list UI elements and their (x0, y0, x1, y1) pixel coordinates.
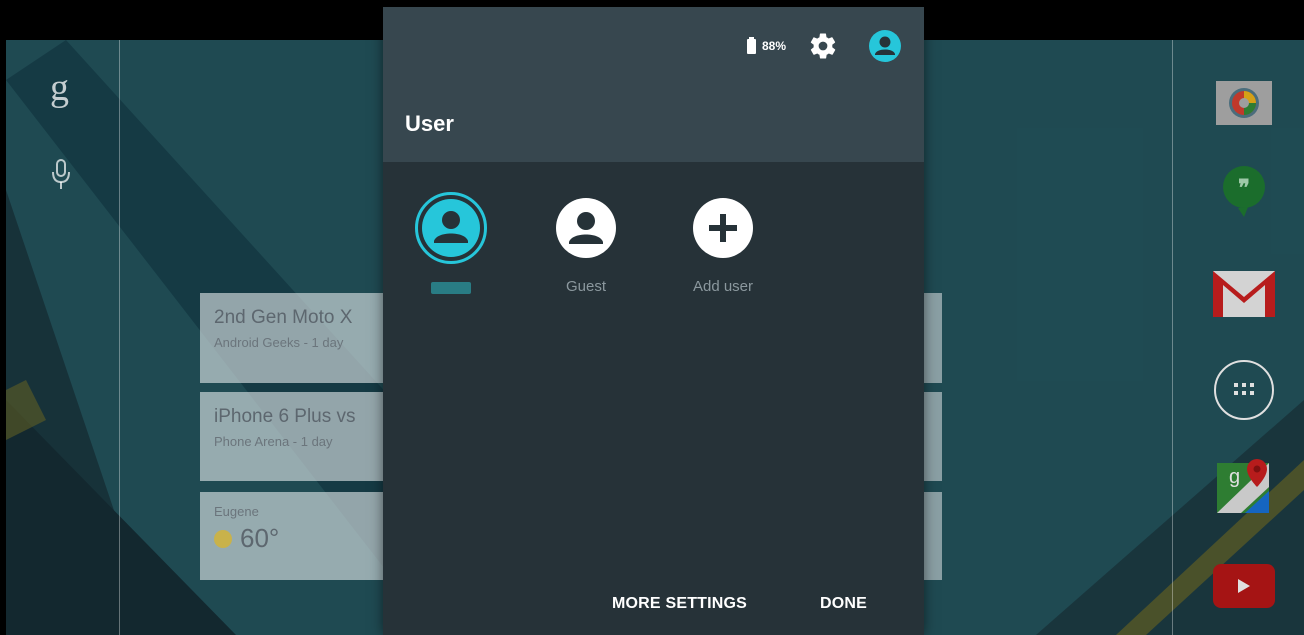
maps-icon[interactable]: g (1212, 459, 1276, 513)
plus-icon (693, 198, 753, 258)
news-card-2[interactable]: iPhone 6 Plus vs Phone Arena - 1 day (200, 392, 400, 481)
divider-left (119, 40, 120, 635)
svg-text:❞: ❞ (1238, 175, 1250, 200)
news-card-title: 2nd Gen Moto X (214, 307, 353, 328)
done-button[interactable]: DONE (820, 595, 867, 613)
sun-icon (214, 529, 232, 548)
camera-app-icon[interactable] (1212, 77, 1276, 129)
current-user-name (396, 281, 506, 299)
battery-percent: 88% (761, 39, 786, 53)
more-settings-button[interactable]: MORE SETTINGS (612, 595, 747, 613)
panel-title: User (405, 111, 454, 136)
svg-text:g: g (1229, 466, 1240, 488)
add-user-avatar (690, 195, 756, 261)
add-user-label: Add user (692, 278, 754, 295)
current-user-avatar (415, 192, 487, 264)
google-search-icon[interactable]: g (50, 66, 69, 110)
card-edge (924, 293, 942, 383)
user-icon (422, 199, 480, 257)
guest-avatar (553, 195, 619, 261)
user-current[interactable] (396, 192, 506, 299)
add-user-button[interactable]: Add user (668, 195, 778, 296)
card-edge (924, 492, 942, 580)
app-drawer-icon[interactable] (1212, 360, 1276, 420)
guest-label: Guest (565, 278, 607, 295)
news-card-1[interactable]: 2nd Gen Moto X Android Geeks - 1 day (200, 293, 400, 383)
user-guest[interactable]: Guest (531, 195, 641, 296)
redacted-name (431, 282, 471, 294)
guest-user-icon (556, 198, 616, 258)
user-switcher-panel: 88% User Guest Add user MORE SETTINGS DO… (383, 7, 924, 635)
status-bar: 88% (746, 29, 902, 63)
news-card-source: Android Geeks - 1 day (214, 335, 344, 350)
news-card-source: Phone Arena - 1 day (214, 434, 333, 449)
microphone-icon[interactable] (50, 158, 72, 192)
divider-right (1172, 40, 1173, 635)
user-avatar-icon[interactable] (868, 29, 902, 63)
weather-temp: 60° (240, 523, 280, 553)
gear-icon[interactable] (808, 31, 838, 61)
battery-icon (746, 36, 756, 54)
weather-city: Eugene (214, 504, 259, 519)
gmail-icon[interactable] (1212, 268, 1276, 320)
card-edge (924, 392, 942, 481)
news-card-title: iPhone 6 Plus vs (214, 406, 356, 427)
battery-indicator: 88% (746, 36, 786, 54)
weather-card[interactable]: Eugene 60° (200, 492, 400, 580)
youtube-icon[interactable] (1212, 560, 1276, 612)
hangouts-icon[interactable]: ❞ (1212, 165, 1276, 217)
panel-header: 88% User (383, 7, 924, 162)
